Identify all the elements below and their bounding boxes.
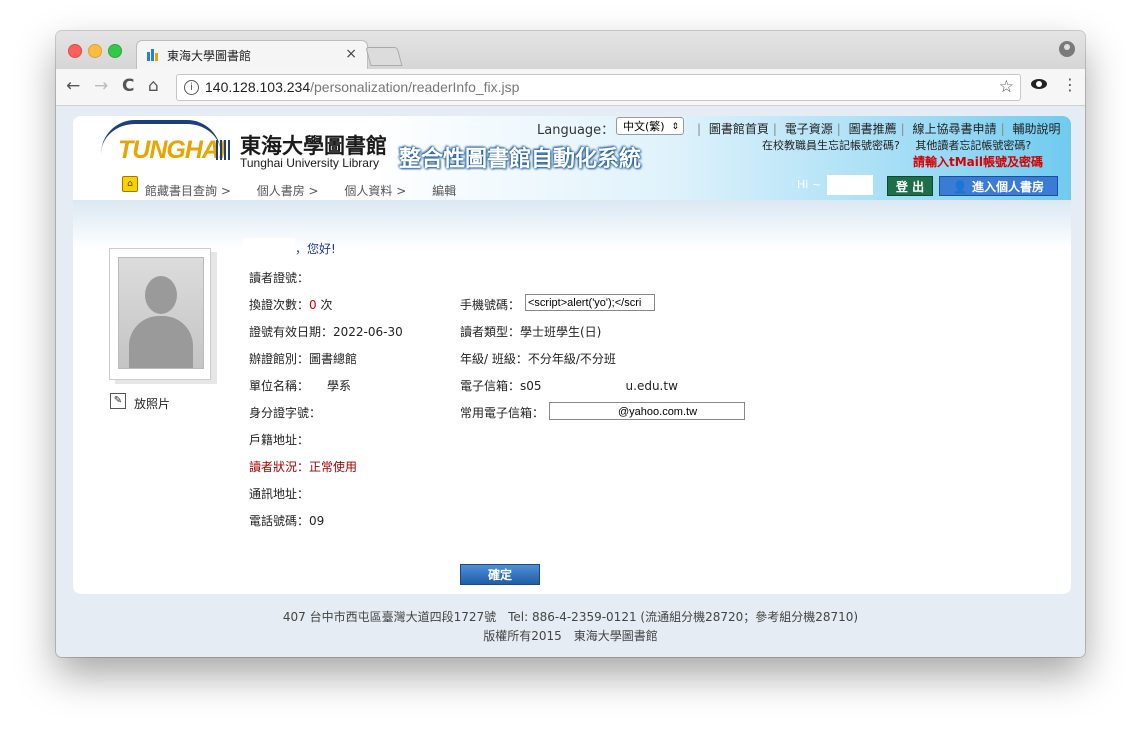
address-bar[interactable]: i 140.128.103.234/personalization/reader… (176, 74, 1021, 101)
library-name-en: Tunghai University Library (240, 156, 379, 170)
home-nav-icon[interactable]: ⌂ (122, 176, 138, 192)
browser-tab[interactable]: 東海大學圖書館 × (136, 40, 368, 70)
logo-text: TUNGHAI (118, 136, 226, 164)
top-links: | 圖書館首頁 | 電子資源 | 圖書推薦 | 線上協尋書申請 | 輔助說明 (697, 120, 1061, 137)
mailing-address-label: 通訊地址： (249, 487, 310, 501)
browser-window: 東海大學圖書館 × ← → C ⌂ i 140.128.103.234/pers… (56, 31, 1085, 657)
minimize-window-button[interactable] (88, 44, 102, 58)
common-email-input[interactable]: @yahoo.com.tw (549, 402, 745, 420)
select-arrow-icon: ⇕ (671, 122, 679, 132)
logout-button[interactable]: 登 出 (887, 176, 933, 196)
page-content: TUNGHAI 東海大學圖書館 Tunghai University Libra… (56, 106, 1085, 657)
tab-close-icon[interactable]: × (345, 46, 357, 62)
login-warning: 請輸入tMail帳號及密碼 (913, 155, 1044, 169)
footer-copyright: 版權所有2015 東海大學圖書館 (483, 629, 658, 643)
renew-count-field: 換證次數：0 次 (249, 296, 332, 313)
link-book-search-request[interactable]: 線上協尋書申請 (913, 120, 997, 137)
nav-edit[interactable]: 編輯 (432, 184, 456, 198)
common-email-label: 常用電子信箱： (460, 406, 545, 420)
system-title: 整合性圖書館自動化系統 (399, 147, 642, 172)
link-forgot-staff[interactable]: 在校教職員生忘記帳號密碼? (762, 139, 900, 152)
breadcrumb-nav: 館藏書目查詢 > 個人書房 > 個人資料 > 編輯 (145, 182, 478, 199)
title-bar: 東海大學圖書館 × (56, 31, 1085, 70)
browser-toolbar: ← → C ⌂ i 140.128.103.234/personalizatio… (56, 69, 1085, 106)
library-favicon-icon (147, 49, 158, 61)
close-window-button[interactable] (68, 44, 82, 58)
bookmark-star-icon[interactable]: ☆ (999, 77, 1014, 97)
phone-field: 電話號碼：09 (249, 514, 325, 528)
url-path: /personalization/readerInfo_fix.jsp (310, 79, 520, 95)
reload-icon[interactable]: C (122, 76, 134, 96)
nav-catalog-search[interactable]: 館藏書目查詢 > (145, 184, 231, 198)
new-tab-button[interactable] (365, 47, 403, 66)
expiry-date-field: 證號有效日期：2022-06-30 (249, 325, 403, 339)
enter-personal-label: 進入個人書房 (972, 180, 1045, 194)
reader-type-field: 讀者類型：學士班學生(日) (460, 325, 602, 339)
link-book-recommend[interactable]: 圖書推薦 (849, 120, 897, 137)
language-select[interactable]: 中文(繁) ⇕ (616, 117, 684, 135)
link-e-resources[interactable]: 電子資源 (785, 120, 833, 137)
page-panel: TUNGHAI 東海大學圖書館 Tunghai University Libra… (73, 116, 1071, 594)
id-number-label: 身分證字號： (249, 406, 322, 420)
mobile-input[interactable]: <script>alert('yo');</scri (525, 294, 655, 311)
maximize-window-button[interactable] (108, 44, 122, 58)
name-mask (243, 238, 295, 256)
extension-eye-icon[interactable] (1031, 79, 1047, 89)
url-host: 140.128.103.234 (205, 79, 311, 95)
nav-personal-data[interactable]: 個人資料 > (344, 184, 406, 198)
url-text: 140.128.103.234/personalization/readerIn… (205, 79, 519, 95)
banner-fade (73, 200, 1071, 250)
tab-title: 東海大學圖書館 (167, 49, 252, 63)
nav-personal-study[interactable]: 個人書房 > (257, 184, 319, 198)
logo-bars-icon (216, 140, 232, 160)
renew-count: 0 (309, 298, 317, 312)
household-address-label: 戶籍地址： (249, 433, 310, 447)
forgot-links: 在校教職員生忘記帳號密碼? 其他讀者忘記帳號密碼? (762, 137, 1043, 153)
home-icon[interactable]: ⌂ (148, 76, 159, 96)
forward-icon[interactable]: → (94, 76, 108, 96)
footer-address: 407 台中市西屯區臺灣大道四段1727號 Tel: 886-4-2359-01… (282, 610, 859, 624)
renew-label: 換證次數： (249, 298, 310, 312)
avatar (118, 257, 204, 369)
hi-label: Hi ~ (797, 178, 822, 191)
enter-personal-button[interactable]: 👤 進入個人書房 (939, 176, 1058, 196)
renew-unit: 次 (316, 298, 333, 312)
back-icon[interactable]: ← (66, 76, 80, 96)
pencil-icon[interactable]: ✎ (110, 393, 126, 409)
unit-field: 單位名稱： 學系 (249, 379, 352, 393)
greeting: ，您好! (295, 242, 336, 256)
photo-frame (109, 248, 211, 380)
submit-button[interactable]: 確定 (460, 564, 540, 585)
link-library-home[interactable]: 圖書館首頁 (709, 120, 769, 137)
upload-photo-link[interactable]: 放照片 (134, 395, 170, 412)
language-label: Language： (537, 123, 615, 138)
grade-class-field: 年級/ 班級：不分年級/不分班 (460, 352, 616, 366)
card-number-label: 讀者證號： (249, 271, 310, 285)
site-info-icon[interactable]: i (184, 80, 199, 95)
avatar-body-icon (129, 316, 193, 368)
link-forgot-other[interactable]: 其他讀者忘記帳號密碼? (915, 139, 1031, 152)
language-value: 中文(繁) (623, 120, 665, 133)
mobile-label: 手機號碼： (460, 298, 521, 312)
avatar-head-icon (145, 276, 177, 314)
profile-icon[interactable] (1059, 41, 1075, 57)
link-help[interactable]: 輔助說明 (1012, 120, 1060, 137)
browser-menu-icon[interactable]: ⋮ (1062, 75, 1078, 94)
header-banner: TUNGHAI 東海大學圖書館 Tunghai University Libra… (73, 116, 1071, 200)
username-mask (827, 175, 873, 195)
branch-field: 辦證館別：圖書總館 (249, 352, 358, 366)
reader-status-field: 讀者狀況：正常使用 (249, 460, 358, 474)
email-field: 電子信箱：s05 u.edu.tw (460, 379, 678, 393)
